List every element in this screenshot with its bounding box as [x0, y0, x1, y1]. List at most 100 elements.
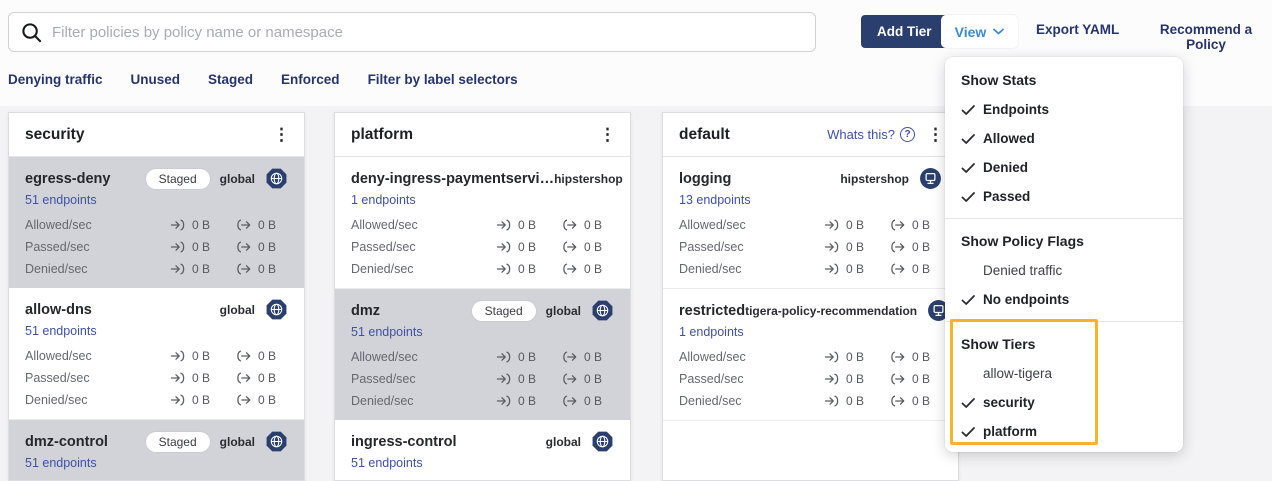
stat-label: Allowed/sec — [351, 218, 418, 232]
endpoints-link[interactable]: 51 endpoints — [25, 324, 288, 342]
ingress-icon — [824, 263, 841, 275]
endpoints-link[interactable]: 1 endpoints — [679, 325, 942, 343]
menu-item-label: Endpoints — [983, 102, 1049, 117]
filter-staged[interactable]: Staged — [208, 72, 253, 87]
menu-item-allowed[interactable]: Allowed — [945, 124, 1183, 153]
ingress-value: 0 B — [518, 262, 536, 276]
policy-card[interactable]: deny-ingress-paymentservi… hipstershop 1… — [335, 157, 630, 289]
tier-menu-icon[interactable]: ⋮ — [927, 126, 944, 143]
policy-card[interactable]: dmz Staged global 51 endpoints Allowed/s… — [335, 289, 630, 420]
tier-name: default — [679, 126, 730, 144]
policy-name[interactable]: dmz-control — [25, 434, 108, 450]
stat-row-allowed: Allowed/sec 0 B 0 B — [679, 346, 942, 368]
filter-denying-traffic[interactable]: Denying traffic — [8, 72, 103, 87]
policy-card[interactable]: ingress-control global 51 endpoints — [335, 420, 630, 481]
menu-item-denied-traffic[interactable]: Denied traffic — [945, 256, 1183, 285]
whats-this-link[interactable]: Whats this? ? — [827, 127, 915, 142]
policy-name[interactable]: deny-ingress-paymentservi… — [351, 171, 554, 187]
egress-icon — [890, 263, 907, 275]
ingress-value: 0 B — [846, 240, 864, 254]
quick-filters: Denying traffic Unused Staged Enforced F… — [8, 72, 518, 87]
menu-item-label: Passed — [983, 189, 1030, 204]
ingress-icon — [170, 350, 187, 362]
tier-header: default Whats this? ? ⋮ — [663, 113, 958, 157]
egress-icon — [562, 219, 579, 231]
chevron-down-icon — [993, 28, 1004, 35]
recommend-policy-button[interactable]: Recommend a Policy — [1140, 22, 1272, 52]
policy-name[interactable]: allow-dns — [25, 302, 92, 318]
search-icon — [21, 22, 42, 43]
endpoints-link[interactable]: 51 endpoints — [351, 325, 614, 343]
check-icon — [961, 133, 983, 145]
ingress-value: 0 B — [518, 218, 536, 232]
add-tier-button[interactable]: Add Tier — [861, 15, 948, 48]
view-dropdown-menu: Show Stats Endpoints Allowed Denied Pass… — [945, 57, 1183, 452]
egress-value: 0 B — [584, 394, 602, 408]
endpoints-link[interactable]: 51 endpoints — [25, 193, 288, 211]
egress-icon — [890, 219, 907, 231]
policy-card[interactable]: restricted tigera-policy-recommendation … — [663, 289, 958, 421]
stat-row-passed: Passed/sec 0 B 0 B — [351, 236, 614, 258]
ingress-value: 0 B — [192, 262, 210, 276]
egress-value: 0 B — [584, 262, 602, 276]
endpoints-link[interactable]: 51 endpoints — [25, 456, 288, 474]
policy-search[interactable] — [8, 12, 816, 52]
menu-item-no-endpoints[interactable]: No endpoints — [945, 285, 1183, 314]
endpoints-link[interactable]: 13 endpoints — [679, 193, 942, 211]
endpoints-link[interactable]: 51 endpoints — [351, 456, 614, 474]
tier-menu-icon[interactable]: ⋮ — [273, 126, 290, 143]
policy-scope: global — [546, 435, 581, 449]
search-input[interactable] — [52, 24, 803, 41]
menu-item-label: Allowed — [983, 131, 1035, 146]
stat-row-denied: Denied/sec 0 B 0 B — [25, 389, 288, 411]
view-button[interactable]: View — [941, 15, 1018, 48]
menu-item-platform[interactable]: platform — [945, 417, 1183, 446]
egress-icon — [562, 373, 579, 385]
policy-card[interactable]: logging hipstershop 13 endpoints Allowed… — [663, 157, 958, 289]
export-yaml-button[interactable]: Export YAML — [1036, 22, 1119, 37]
egress-value: 0 B — [584, 372, 602, 386]
stat-label: Passed/sec — [351, 372, 416, 386]
egress-icon — [562, 395, 579, 407]
policy-card[interactable]: allow-dns global 51 endpoints Allowed/se… — [9, 288, 304, 420]
ingress-icon — [824, 219, 841, 231]
ingress-icon — [496, 241, 513, 253]
tier-name: security — [25, 126, 84, 144]
policy-name[interactable]: logging — [679, 171, 731, 187]
stat-row-passed: Passed/sec 0 B 0 B — [679, 368, 942, 390]
menu-item-passed[interactable]: Passed — [945, 182, 1183, 211]
menu-item-denied[interactable]: Denied — [945, 153, 1183, 182]
ingress-icon — [824, 373, 841, 385]
ingress-value: 0 B — [518, 240, 536, 254]
global-policy-icon — [265, 167, 288, 190]
check-icon — [961, 397, 983, 409]
stat-row-passed: Passed/sec 0 B 0 B — [679, 236, 942, 258]
ingress-icon — [170, 263, 187, 275]
menu-item-label: security — [983, 395, 1035, 410]
egress-value: 0 B — [584, 350, 602, 364]
stat-row-denied: Denied/sec 0 B 0 B — [679, 258, 942, 280]
filter-unused[interactable]: Unused — [131, 72, 181, 87]
menu-item-label: Denied traffic — [983, 263, 1062, 278]
tier-name: platform — [351, 126, 413, 144]
policy-name[interactable]: egress-deny — [25, 171, 110, 187]
ingress-value: 0 B — [846, 218, 864, 232]
tier-menu-icon[interactable]: ⋮ — [599, 126, 616, 143]
policy-name[interactable]: restricted — [679, 303, 745, 319]
ingress-icon — [170, 219, 187, 231]
stat-row-allowed: Allowed/sec 0 B 0 B — [25, 345, 288, 367]
menu-item-endpoints[interactable]: Endpoints — [945, 95, 1183, 124]
menu-item-allow-tigera[interactable]: allow-tigera — [945, 359, 1183, 388]
policy-card[interactable]: egress-deny Staged global 51 endpoints A… — [9, 157, 304, 288]
policy-card[interactable]: dmz-control Staged global 51 endpoints — [9, 420, 304, 481]
egress-icon — [236, 350, 253, 362]
filter-enforced[interactable]: Enforced — [281, 72, 340, 87]
policy-name[interactable]: ingress-control — [351, 434, 457, 450]
policy-name[interactable]: dmz — [351, 303, 380, 319]
menu-item-security[interactable]: security — [945, 388, 1183, 417]
stat-label: Denied/sec — [679, 394, 742, 408]
ingress-icon — [170, 394, 187, 406]
filter-label-selectors[interactable]: Filter by label selectors — [368, 72, 518, 87]
endpoints-link[interactable]: 1 endpoints — [351, 193, 614, 211]
global-policy-icon — [265, 298, 288, 321]
